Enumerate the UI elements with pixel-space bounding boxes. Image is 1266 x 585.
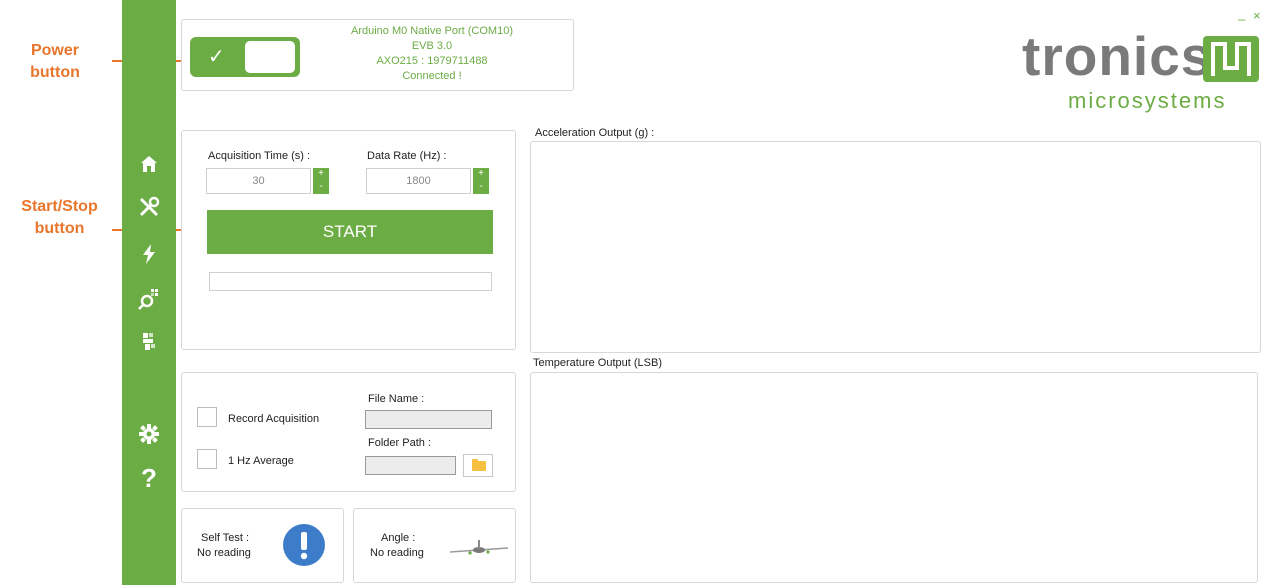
acquisition-time-stepper: + -: [313, 168, 329, 194]
logo-wordmark: tronics: [1022, 25, 1213, 87]
one-hz-average-label: 1 Hz Average: [228, 455, 294, 467]
power-toggle[interactable]: ✓: [190, 37, 300, 77]
temperature-plot[interactable]: [530, 372, 1258, 583]
acceleration-output-title: Acceleration Output (g) :: [535, 127, 655, 139]
record-panel: Record Acquisition 1 Hz Average File Nam…: [181, 372, 516, 492]
lightning-icon[interactable]: [135, 240, 163, 268]
acquisition-panel: Acquisition Time (s) : 30 + - Data Rate …: [181, 130, 516, 350]
angle-value: No reading: [370, 547, 424, 559]
logo-subtitle: microsystems: [1068, 88, 1227, 113]
board-version: EVB 3.0: [411, 40, 453, 52]
data-rate-label: Data Rate (Hz) :: [367, 150, 447, 162]
home-icon[interactable]: [135, 150, 163, 178]
tronics-logo: tronics microsystems: [1018, 28, 1266, 118]
data-rate-increment[interactable]: +: [473, 168, 489, 181]
airplane-icon: [449, 540, 509, 555]
file-name-input[interactable]: [365, 410, 492, 429]
connection-info: Arduino M0 Native Port (COM10) EVB 3.0 A…: [322, 24, 542, 84]
data-rate-input[interactable]: 1800: [366, 168, 471, 194]
search-chip-icon[interactable]: [135, 285, 163, 313]
tools-icon[interactable]: [135, 193, 163, 221]
help-icon[interactable]: ?: [135, 463, 163, 493]
self-test-label: Self Test :: [201, 532, 250, 544]
acquisition-time-input[interactable]: 30: [206, 168, 311, 194]
self-test-panel: Self Test : No reading: [181, 508, 344, 583]
connection-panel: ✓ Arduino M0 Native Port (COM10) EVB 3.0…: [181, 19, 574, 91]
acquisition-time-increment[interactable]: +: [313, 168, 329, 181]
folder-browse-button[interactable]: [463, 454, 493, 477]
data-rate-decrement[interactable]: -: [473, 181, 489, 194]
folder-path-label: Folder Path :: [368, 437, 431, 449]
sidebar: ?: [122, 0, 176, 585]
logo-mark-icon: [1203, 36, 1259, 82]
info-exclamation-icon: [283, 524, 325, 566]
acquisition-time-label: Acquisition Time (s) :: [208, 150, 311, 162]
acquisition-time-decrement[interactable]: -: [313, 181, 329, 194]
record-acquisition-checkbox[interactable]: [197, 407, 217, 427]
folder-path-input[interactable]: [365, 456, 456, 475]
port-name: Arduino M0 Native Port (COM10): [351, 25, 513, 37]
acquisition-progress-bar: [209, 272, 492, 291]
power-button-annotation: Power button: [30, 42, 80, 81]
puzzle-icon[interactable]: [135, 328, 163, 356]
acceleration-plot[interactable]: [530, 141, 1261, 353]
gear-icon[interactable]: [135, 420, 163, 448]
angle-label: Angle :: [381, 532, 416, 544]
start-stop-annotation: Start/Stop button: [21, 198, 98, 237]
minimize-button[interactable]: _: [1238, 6, 1245, 21]
file-name-label: File Name :: [368, 393, 425, 405]
self-test-status: Self Test : No reading: [197, 531, 251, 561]
temperature-output-title: Temperature Output (LSB): [533, 357, 663, 369]
device-id: AXO215 : 1979711488: [376, 55, 488, 67]
self-test-value: No reading: [197, 547, 251, 559]
start-button[interactable]: START: [207, 210, 493, 254]
data-rate-stepper: + -: [473, 168, 489, 194]
connection-status: Connected !: [402, 70, 462, 82]
one-hz-average-checkbox[interactable]: [197, 449, 217, 469]
angle-panel: Angle : No reading: [353, 508, 516, 583]
toggle-knob: [245, 41, 295, 73]
record-acquisition-label: Record Acquisition: [228, 413, 320, 425]
check-icon: ✓: [208, 46, 225, 68]
close-button[interactable]: ×: [1253, 8, 1261, 23]
angle-status: Angle : No reading: [370, 531, 424, 561]
